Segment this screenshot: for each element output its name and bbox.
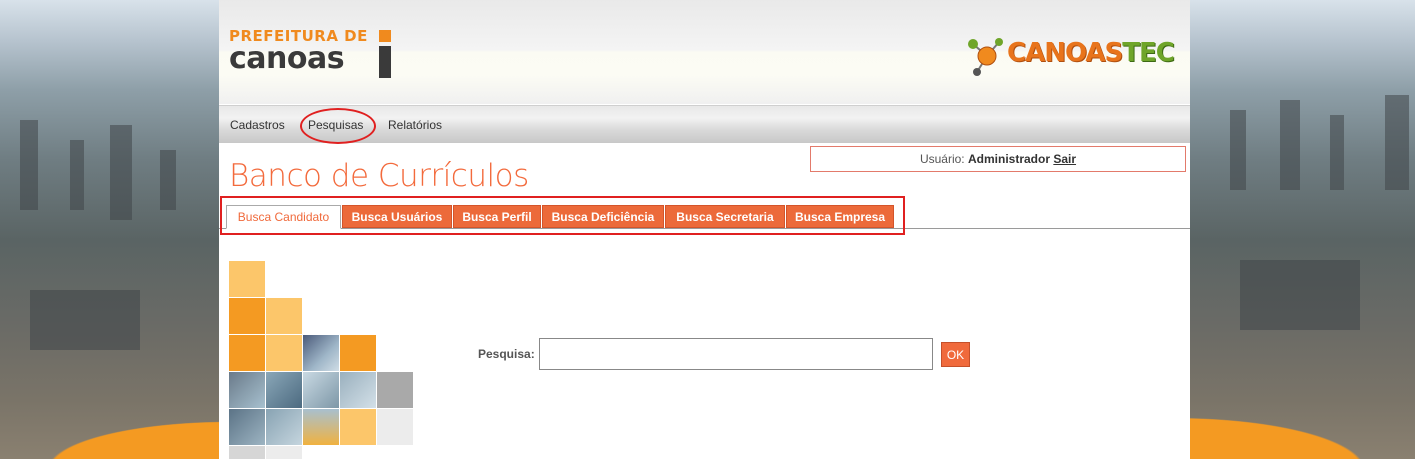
main-menu: Cadastros Pesquisas Relatórios [219,105,1190,144]
canoastec-text-b: TEC [1122,38,1175,68]
logo-bar [379,46,391,78]
user-name: Administrador [967,152,1050,166]
decorative-mosaic-image [229,261,413,459]
canoastec-text-a: CANOAS [1007,38,1123,68]
prefeitura-canoas-logo[interactable]: PREFEITURA DE canoas [229,28,399,80]
user-prefix: Usuário: [919,152,965,166]
menu-item-relatorios[interactable]: Relatórios [388,118,442,132]
molecule-icon [968,38,1003,76]
search-input[interactable] [539,338,933,370]
annotation-box [220,196,905,235]
user-info-box: Usuário: Administrador Sair [810,146,1186,172]
logout-link[interactable]: Sair [1053,152,1076,166]
ok-button[interactable]: OK [941,342,970,367]
logo-square [379,30,391,42]
menu-item-cadastros[interactable]: Cadastros [230,118,285,132]
annotation-circle [300,108,376,144]
page-title: Banco de Currículos [229,158,529,194]
canoastec-text: CANOASTEC [1007,38,1175,68]
search-label: Pesquisa: [478,347,535,361]
canoastec-logo[interactable]: CANOASTEC [965,34,1180,82]
logo-line2: canoas [229,41,345,76]
page-container: PREFEITURA DE canoas CANOASTEC Cadastros… [219,0,1190,459]
header: PREFEITURA DE canoas CANOASTEC [219,0,1190,104]
